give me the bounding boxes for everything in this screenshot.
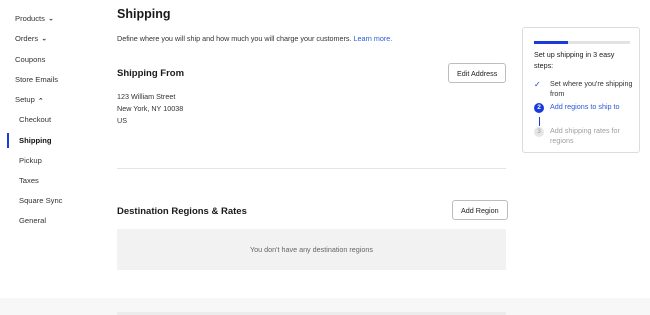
sidebar: Products ⌄ Orders ⌄ Coupons Store Emails S… [0, 0, 100, 315]
sidebar-item-pickup[interactable]: Pickup [19, 156, 42, 165]
setup-step-label: Set where you're shipping from [550, 79, 633, 98]
footer-area [0, 298, 650, 315]
learn-more-link[interactable]: Learn more. [354, 34, 393, 43]
step-connector [538, 117, 540, 126]
sidebar-item-store-emails[interactable]: Store Emails [15, 75, 58, 84]
address-line-1: 123 William Street [117, 92, 176, 101]
sidebar-item-label: Orders [15, 34, 39, 43]
sidebar-item-general[interactable]: General [19, 216, 46, 225]
sidebar-item-label: Coupons [15, 55, 46, 64]
active-indicator [7, 133, 9, 148]
sidebar-item-coupons[interactable]: Coupons [15, 55, 45, 64]
add-region-button[interactable]: Add Region [452, 200, 508, 220]
shipping-from-title: Shipping From [117, 68, 185, 79]
address-line-2: New York, NY 10038 [117, 104, 184, 113]
sidebar-item-label: Products [15, 14, 45, 23]
step-number-badge: 3 [534, 127, 544, 137]
sidebar-item-taxes[interactable]: Taxes [19, 176, 39, 185]
empty-regions-message: You don't have any destination regions [250, 245, 373, 254]
destination-title: Destination Regions & Rates [117, 206, 247, 217]
chevron-up-icon: ⌃ [37, 98, 44, 105]
sidebar-item-shipping[interactable]: Shipping [19, 136, 51, 145]
setup-step-link[interactable]: Add regions to ship to [550, 102, 636, 112]
step-number-badge: 2 [534, 103, 544, 113]
sidebar-item-orders[interactable]: Orders ⌄ [15, 34, 47, 43]
page-intro: Define where you will ship and how much … [117, 34, 392, 43]
page-title: Shipping [117, 7, 171, 21]
sidebar-item-checkout[interactable]: Checkout [19, 115, 51, 124]
sidebar-item-label: Setup [15, 95, 35, 104]
chevron-down-icon: ⌄ [41, 35, 48, 43]
chevron-down-icon: ⌄ [47, 15, 54, 23]
setup-progress-bar [534, 41, 630, 44]
address-line-3: US [117, 116, 127, 125]
setup-step-label: Add shipping rates for regions [550, 126, 620, 145]
sidebar-item-setup[interactable]: Setup ⌃ [15, 95, 44, 105]
edit-address-button[interactable]: Edit Address [448, 63, 507, 83]
sidebar-item-products[interactable]: Products ⌄ [15, 14, 54, 23]
empty-regions-box: You don't have any destination regions [117, 229, 506, 270]
sidebar-item-label: Store Emails [15, 75, 59, 84]
setup-card-title: Set up shipping in 3 easy steps: [534, 50, 615, 70]
section-divider [117, 168, 506, 169]
sidebar-item-square-sync[interactable]: Square Sync [19, 196, 62, 205]
setup-steps-card: Set up shipping in 3 easy steps: ✓ Set w… [522, 27, 640, 153]
setup-progress-fill [534, 41, 568, 44]
intro-text: Define where you will ship and how much … [117, 34, 352, 43]
check-icon: ✓ [534, 80, 541, 89]
